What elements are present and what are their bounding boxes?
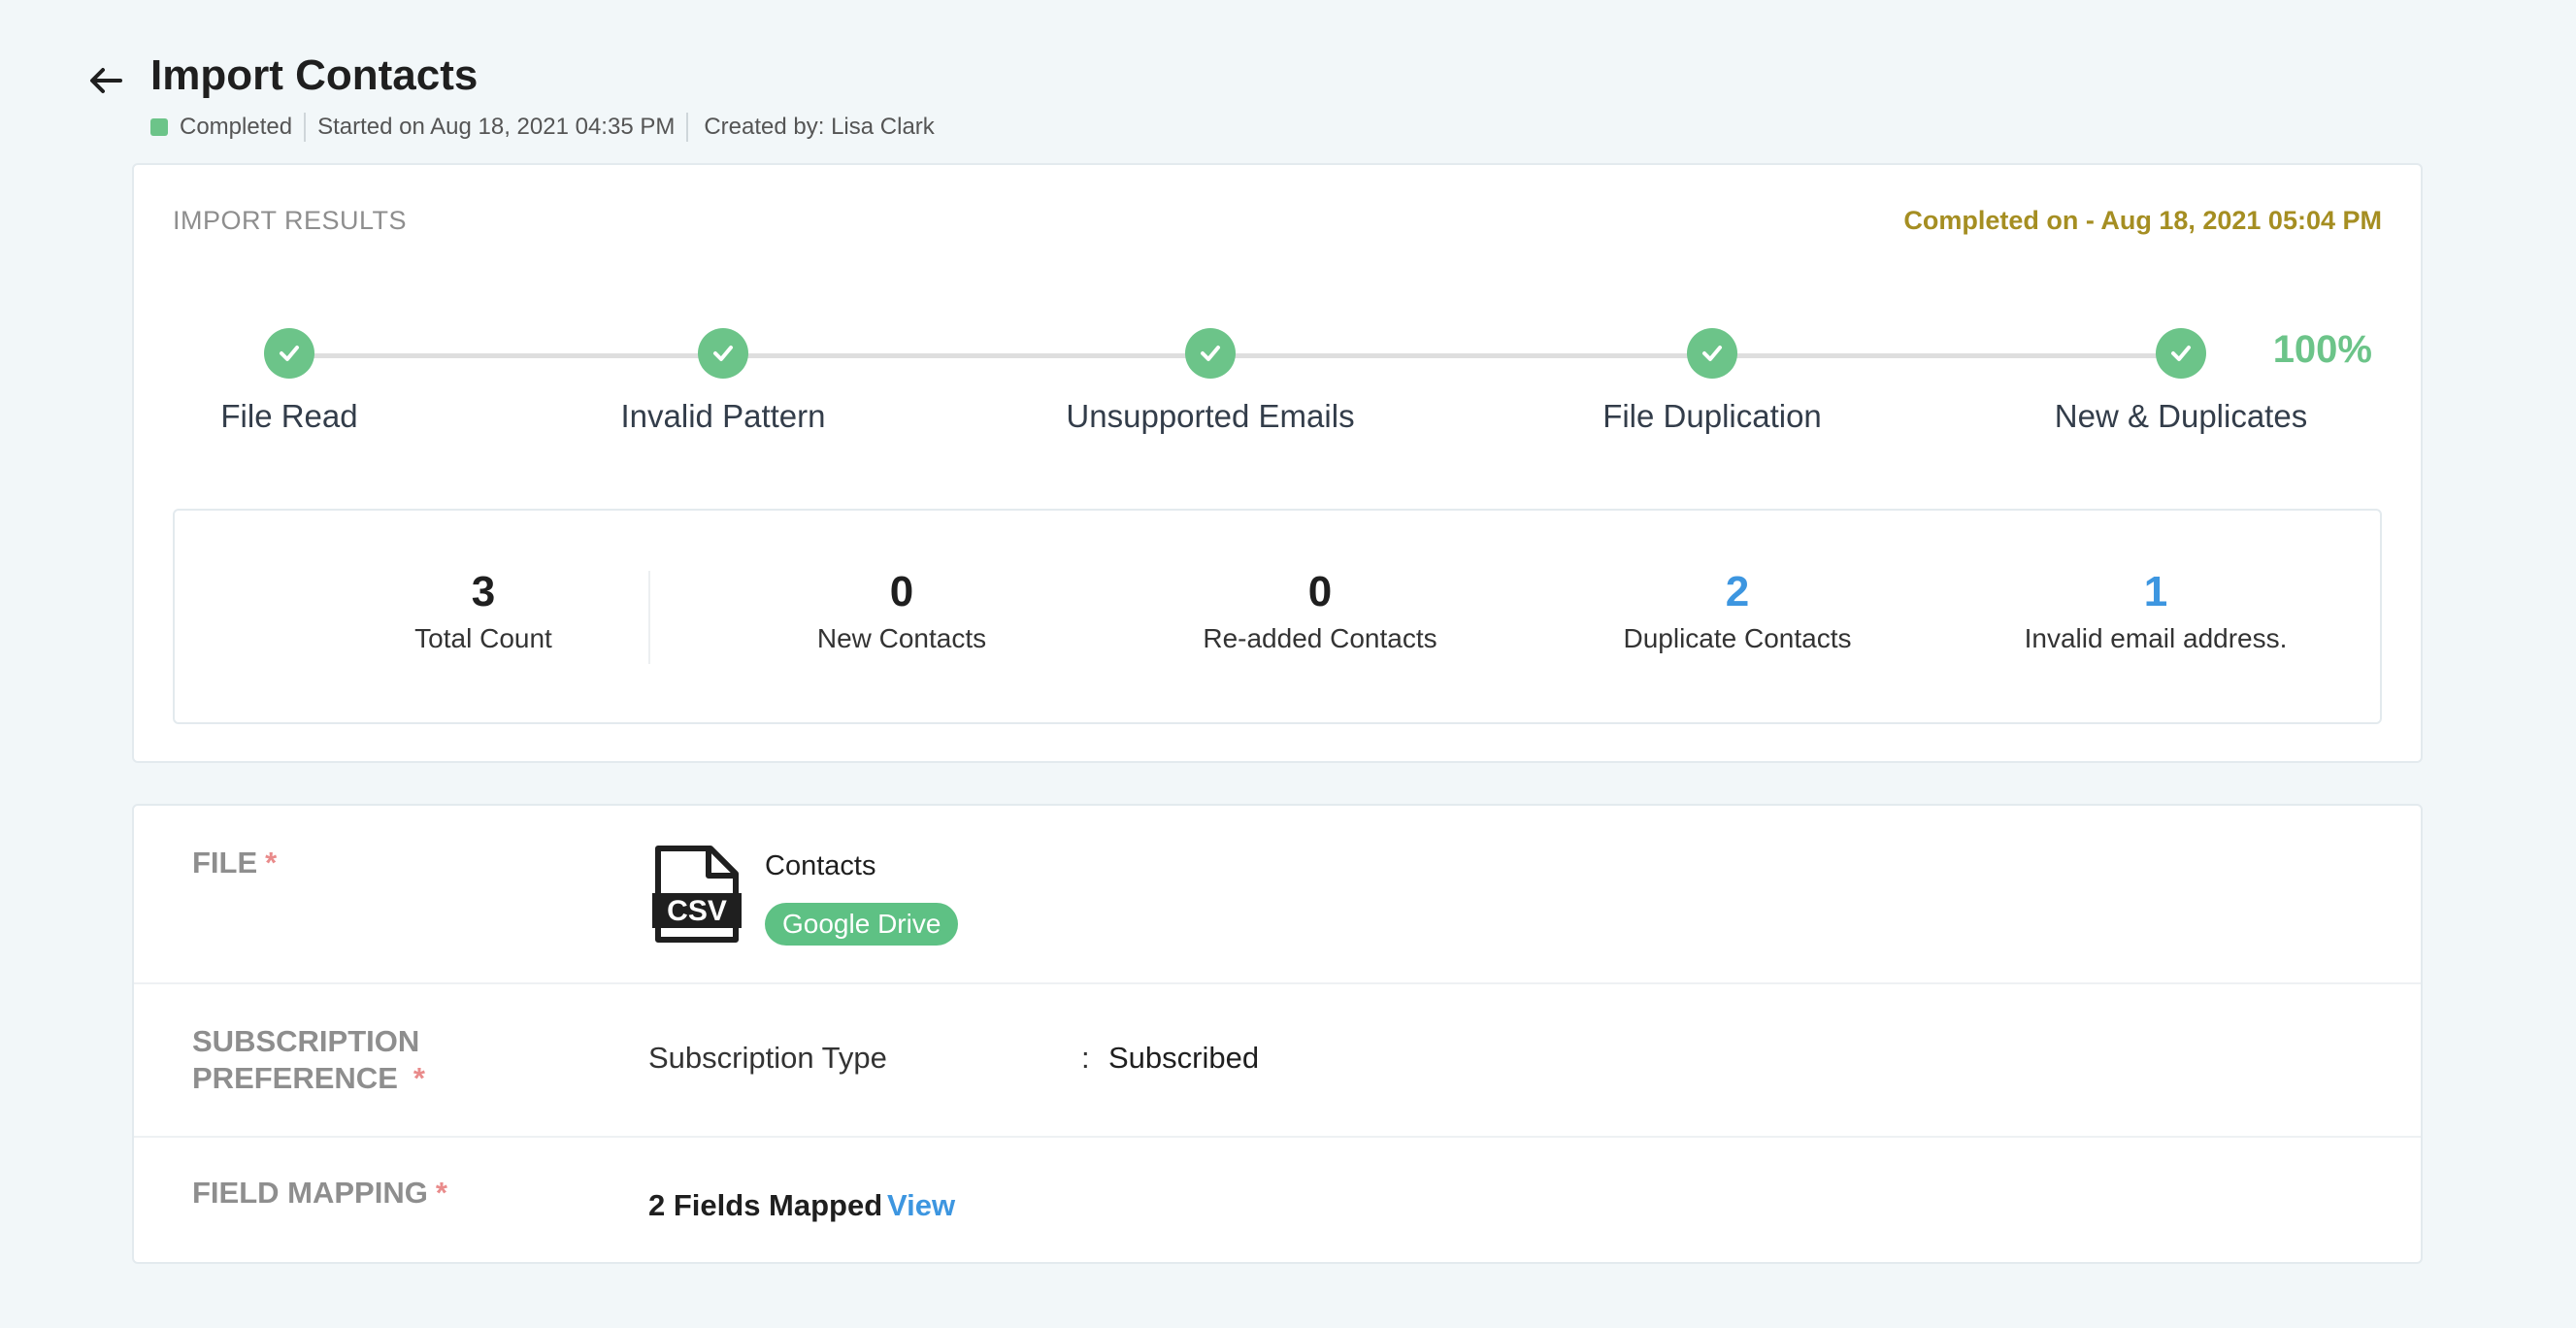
import-results-heading: IMPORT RESULTS: [173, 206, 408, 235]
meta-divider: [686, 113, 689, 142]
svg-text:CSV: CSV: [667, 895, 727, 927]
stat-label: New Contacts: [816, 623, 987, 653]
stat-new-contacts: 0 New Contacts: [698, 567, 1106, 654]
check-icon: [2156, 328, 2206, 379]
stat-value: 0: [889, 568, 914, 615]
created-by-text: Created by: Lisa Clark: [704, 114, 935, 140]
subscription-type-value: Subscribed: [1108, 1041, 1260, 1075]
stat-value-link[interactable]: 1: [1952, 567, 2360, 617]
back-arrow-icon[interactable]: [85, 60, 126, 101]
import-meta: Completed Started on Aug 18, 2021 04:35 …: [150, 112, 935, 143]
file-label: FILE *: [192, 846, 278, 880]
check-icon: [1185, 328, 1236, 379]
stat-invalid-email[interactable]: 1 Invalid email address.: [1952, 567, 2360, 654]
import-stats: 3 Total Count 0 New Contacts 0 Re-added …: [173, 509, 2382, 724]
progress-track: [289, 353, 2192, 358]
file-name: Contacts: [765, 850, 876, 881]
import-details-card: FILE * CSV Contacts Google Drive SUBSCRIP…: [132, 804, 2423, 1264]
stat-total-count: 3 Total Count: [280, 567, 687, 654]
meta-divider: [304, 113, 307, 142]
field-mapping-row: FIELD MAPPING * 2 Fields Mapped View: [134, 1138, 2421, 1262]
subscription-preference-label: SUBSCRIPTION PREFERENCE *: [192, 1024, 425, 1095]
stat-value: 0: [1307, 568, 1333, 615]
stat-label: Re-added Contacts: [1203, 623, 1437, 653]
progress-percent: 100%: [2272, 328, 2372, 371]
status-text: Completed: [180, 114, 293, 140]
subscription-type-label: Subscription Type: [648, 1041, 887, 1075]
field-mapping-label: FIELD MAPPING *: [192, 1176, 447, 1210]
stat-divider: [648, 571, 650, 664]
check-icon: [698, 328, 748, 379]
step-label: New & Duplicates: [2054, 398, 2308, 434]
completed-on-text: Completed on - Aug 18, 2021 05:04 PM: [1903, 206, 2382, 235]
stat-label: Total Count: [414, 623, 552, 653]
step-label: Unsupported Emails: [1066, 398, 1355, 434]
stat-readded-contacts: 0 Re-added Contacts: [1116, 567, 1524, 654]
view-field-mapping-link[interactable]: View: [887, 1188, 955, 1223]
page-title: Import Contacts: [150, 51, 479, 99]
csv-file-icon: CSV: [652, 845, 742, 944]
import-results-card: IMPORT RESULTS Completed on - Aug 18, 20…: [132, 163, 2423, 763]
colon-separator: :: [1081, 1041, 1090, 1075]
stat-label: Invalid email address.: [2024, 623, 2288, 653]
fields-mapped-count: 2 Fields Mapped: [648, 1188, 883, 1222]
subscription-row: SUBSCRIPTION PREFERENCE * Subscription Ty…: [134, 984, 2421, 1138]
stat-value-link[interactable]: 2: [1534, 567, 1941, 617]
file-row: FILE * CSV Contacts Google Drive: [134, 806, 2421, 984]
status-indicator-icon: [150, 118, 168, 136]
step-label: File Duplication: [1602, 398, 1822, 434]
file-source-badge: Google Drive: [765, 903, 959, 946]
started-on-text: Started on Aug 18, 2021 04:35 PM: [317, 114, 676, 140]
check-icon: [264, 328, 314, 379]
check-icon: [1687, 328, 1737, 379]
step-label: File Read: [220, 398, 358, 434]
step-label: Invalid Pattern: [620, 398, 826, 434]
stat-duplicate-contacts[interactable]: 2 Duplicate Contacts: [1534, 567, 1941, 654]
stat-label: Duplicate Contacts: [1623, 623, 1852, 653]
stat-value: 3: [471, 568, 496, 615]
